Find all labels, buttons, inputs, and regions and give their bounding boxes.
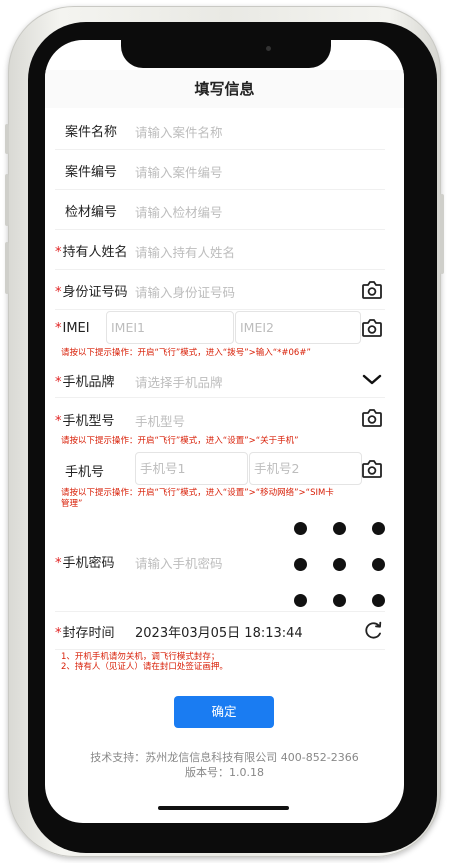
side-button: [5, 174, 9, 226]
imei2-input[interactable]: IMEI2: [235, 311, 361, 344]
seal-time-value: 2023年03月05日 18:13:44: [135, 626, 303, 641]
pattern-dot[interactable]: [333, 522, 346, 535]
footer-version: 版本号：1.0.18: [185, 766, 264, 779]
phone-no-row: 手机号 手机号1 手机号2: [55, 450, 385, 486]
camera-icon[interactable]: [361, 280, 383, 300]
phone-no-hint-line1: 请按以下提示操作：开启“飞行”模式，进入“设置”>“移动网络”>“SIM卡: [61, 488, 334, 498]
pattern-lock-dots[interactable]: [291, 522, 391, 612]
material-no-row: 检材编号 请输入检材编号: [55, 190, 385, 230]
seal-time-row: *封存时间 2023年03月05日 18:13:44: [55, 612, 385, 650]
material-no-label: 检材编号: [65, 205, 118, 220]
case-no-input[interactable]: 请输入案件编号: [135, 162, 223, 181]
side-button: [440, 194, 444, 274]
brand-select[interactable]: 请选择手机品牌: [135, 372, 223, 391]
note-line2: 2、持有人（见证人）请在封口处签证画押。: [61, 662, 228, 672]
confirm-button[interactable]: 确定: [174, 696, 274, 728]
imei-label: *IMEI: [55, 321, 90, 336]
phone-no-label: 手机号: [65, 465, 105, 480]
model-label: *手机型号: [55, 414, 115, 429]
imei-hint: 请按以下提示操作：开启“飞行”模式，进入“拨号”>输入“*#06#”: [61, 348, 311, 358]
pattern-dot[interactable]: [294, 594, 307, 607]
brand-label: *手机品牌: [55, 375, 115, 390]
model-input[interactable]: 手机型号: [135, 411, 185, 430]
model-hint: 请按以下提示操作：开启“飞行”模式，进入“设置”>“关于手机”: [61, 436, 299, 446]
case-name-input[interactable]: 请输入案件名称: [135, 122, 223, 141]
pattern-dot[interactable]: [372, 594, 385, 607]
phone-no2-input[interactable]: 手机号2: [249, 452, 362, 485]
camera-icon[interactable]: [361, 459, 383, 479]
home-indicator[interactable]: [158, 806, 289, 810]
front-camera: [266, 46, 271, 51]
camera-icon[interactable]: [361, 318, 383, 338]
page-title: 填写信息: [45, 70, 404, 108]
pattern-dot[interactable]: [294, 558, 307, 571]
screen: 填写信息 案件名称 请输入案件名称 案件编号 请输入案件编号 检材编号 请输入检…: [45, 40, 404, 823]
phone-no1-input[interactable]: 手机号1: [135, 452, 248, 485]
chevron-down-icon[interactable]: [361, 370, 383, 390]
holder-name-row: *持有人姓名 请输入持有人姓名: [55, 230, 385, 270]
pattern-dot[interactable]: [333, 594, 346, 607]
imei1-input[interactable]: IMEI1: [106, 311, 234, 344]
pattern-dot[interactable]: [333, 558, 346, 571]
case-no-row: 案件编号 请输入案件编号: [55, 150, 385, 190]
password-label: *手机密码: [55, 556, 115, 571]
footer-support: 技术支持：苏州龙信信息科技有限公司 400-852-2366: [90, 751, 359, 764]
model-row: *手机型号 手机型号: [55, 400, 385, 434]
side-button: [5, 242, 9, 294]
case-name-row: 案件名称 请输入案件名称: [55, 110, 385, 150]
holder-name-input[interactable]: 请输入持有人姓名: [135, 242, 235, 261]
case-no-label: 案件编号: [65, 165, 118, 180]
notch: [121, 38, 331, 68]
camera-icon[interactable]: [361, 408, 383, 428]
holder-name-label: *持有人姓名: [55, 245, 128, 260]
side-button: [5, 124, 9, 154]
password-input[interactable]: 请输入手机密码: [135, 553, 223, 572]
brand-row[interactable]: *手机品牌 请选择手机品牌: [55, 360, 385, 398]
material-no-input[interactable]: 请输入检材编号: [135, 202, 223, 221]
pattern-dot[interactable]: [294, 522, 307, 535]
phone-no-hint-line2: 管理”: [61, 499, 83, 509]
seal-time-label: *封存时间: [55, 626, 115, 641]
case-name-label: 案件名称: [65, 125, 118, 140]
refresh-icon[interactable]: [362, 620, 384, 640]
id-no-label: *身份证号码: [55, 285, 128, 300]
id-no-row: *身份证号码 请输入身份证号码: [55, 270, 385, 310]
id-no-input[interactable]: 请输入身份证号码: [135, 282, 235, 301]
pattern-dot[interactable]: [372, 522, 385, 535]
imei-row: *IMEI IMEI1 IMEI2: [55, 310, 385, 346]
pattern-dot[interactable]: [372, 558, 385, 571]
